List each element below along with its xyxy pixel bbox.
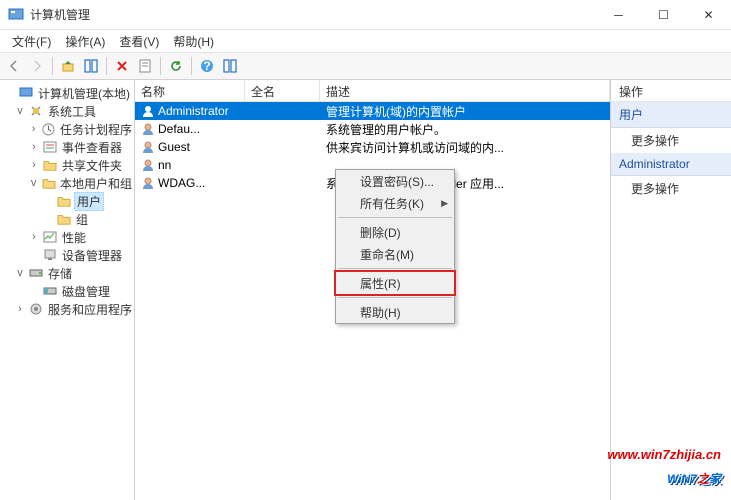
tree-pane: 计算机管理(本地) v系统工具 ›任务计划程序 ›事件查看器 ›共享文件夹 v本… — [0, 80, 135, 500]
menu-bar: 文件(F) 操作(A) 查看(V) 帮助(H) — [0, 30, 731, 52]
user-icon — [141, 122, 155, 136]
user-icon — [141, 176, 155, 190]
tree-storage[interactable]: v存储 — [0, 264, 134, 282]
tree-performance[interactable]: ›性能 — [0, 228, 134, 246]
ctx-separator — [338, 217, 452, 218]
window-controls: ─ ☐ ✕ — [596, 0, 731, 29]
list-pane: 名称 全名 描述 Administrator 管理计算机(域)的内置帐户 Def… — [135, 80, 611, 500]
toolbar-separator — [106, 57, 107, 75]
user-row[interactable]: Guest 供来宾访问计算机或访问域的内... — [135, 138, 610, 156]
watermark-logo: WiN7之家 — [607, 462, 721, 490]
maximize-button[interactable]: ☐ — [641, 0, 686, 29]
tree-disk-management[interactable]: 磁盘管理 — [0, 282, 134, 300]
ctx-rename[interactable]: 重命名(M) — [336, 243, 454, 265]
toolbar: ? — [0, 52, 731, 80]
delete-button[interactable] — [112, 56, 132, 76]
ctx-delete[interactable]: 删除(D) — [336, 221, 454, 243]
user-row[interactable]: Defau... 系统管理的用户帐户。 — [135, 120, 610, 138]
column-fullname[interactable]: 全名 — [245, 80, 320, 101]
tree-device-manager[interactable]: 设备管理器 — [0, 246, 134, 264]
menu-action[interactable]: 操作(A) — [59, 31, 111, 52]
tree-groups[interactable]: 组 — [0, 210, 134, 228]
user-icon — [141, 140, 155, 154]
tree-event-viewer[interactable]: ›事件查看器 — [0, 138, 134, 156]
tree-shared-folders[interactable]: ›共享文件夹 — [0, 156, 134, 174]
back-button[interactable] — [4, 56, 24, 76]
action-section-users: 用户 — [611, 102, 731, 128]
tree-local-users-groups[interactable]: v本地用户和组 — [0, 174, 134, 192]
column-name[interactable]: 名称 — [135, 80, 245, 101]
title-bar: 计算机管理 ─ ☐ ✕ — [0, 0, 731, 30]
forward-button[interactable] — [27, 56, 47, 76]
close-button[interactable]: ✕ — [686, 0, 731, 29]
user-row[interactable]: Administrator 管理计算机(域)的内置帐户 — [135, 102, 610, 120]
toolbar-separator — [52, 57, 53, 75]
help-button[interactable]: ? — [197, 56, 217, 76]
context-menu: 设置密码(S)... 所有任务(K) 删除(D) 重命名(M) 属性(R) 帮助… — [335, 169, 455, 324]
refresh-button[interactable] — [166, 56, 186, 76]
watermark: www.win7zhijia.cn WiN7之家 — [607, 447, 721, 490]
tree-system-tools[interactable]: v系统工具 — [0, 102, 134, 120]
column-description[interactable]: 描述 — [320, 80, 610, 101]
action-pane: 操作 用户 更多操作 Administrator 更多操作 — [611, 80, 731, 500]
toolbar-separator — [160, 57, 161, 75]
ctx-set-password[interactable]: 设置密码(S)... — [336, 170, 454, 192]
ctx-all-tasks[interactable]: 所有任务(K) — [336, 192, 454, 214]
action-more-admin[interactable]: 更多操作 — [611, 176, 731, 201]
svg-text:?: ? — [203, 59, 210, 73]
ctx-separator — [338, 268, 452, 269]
list-header: 名称 全名 描述 — [135, 80, 610, 102]
minimize-button[interactable]: ─ — [596, 0, 641, 29]
toolbar-separator — [191, 57, 192, 75]
menu-file[interactable]: 文件(F) — [6, 31, 57, 52]
show-hide-tree-button[interactable] — [81, 56, 101, 76]
app-icon — [8, 7, 24, 23]
properties-button[interactable] — [135, 56, 155, 76]
tree-root[interactable]: 计算机管理(本地) — [0, 84, 134, 102]
ctx-properties[interactable]: 属性(R) — [334, 270, 456, 296]
tree-services-apps[interactable]: ›服务和应用程序 — [0, 300, 134, 318]
action-more-users[interactable]: 更多操作 — [611, 128, 731, 153]
action-section-admin: Administrator — [611, 153, 731, 176]
user-icon — [141, 158, 155, 172]
user-icon — [141, 104, 155, 118]
watermark-url: www.win7zhijia.cn — [607, 447, 721, 462]
up-button[interactable] — [58, 56, 78, 76]
action-header: 操作 — [611, 80, 731, 102]
ctx-help[interactable]: 帮助(H) — [336, 301, 454, 323]
ctx-separator — [338, 297, 452, 298]
tree-users[interactable]: 用户 — [0, 192, 134, 210]
window-title: 计算机管理 — [30, 6, 596, 23]
menu-view[interactable]: 查看(V) — [113, 31, 165, 52]
tree-task-scheduler[interactable]: ›任务计划程序 — [0, 120, 134, 138]
show-hide-action-button[interactable] — [220, 56, 240, 76]
menu-help[interactable]: 帮助(H) — [167, 31, 220, 52]
